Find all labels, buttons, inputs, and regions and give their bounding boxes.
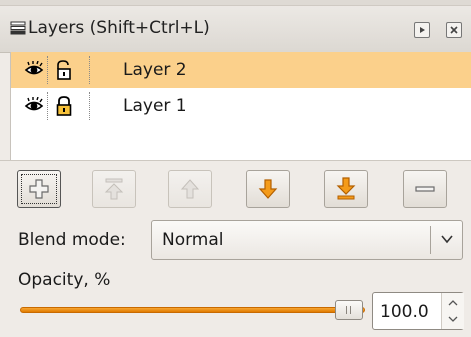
chevron-down-icon[interactable] <box>447 315 459 323</box>
arrow-up-icon <box>180 179 200 199</box>
arrow-down-icon <box>258 179 278 199</box>
blend-mode-label: Blend mode: <box>18 230 126 250</box>
chevron-up-icon[interactable] <box>447 299 459 307</box>
layer-row-layer-2[interactable]: Layer 2 <box>11 52 471 88</box>
layers-stack-icon <box>10 21 26 35</box>
play-box-icon <box>420 27 425 33</box>
add-layer-button[interactable] <box>17 170 61 208</box>
panel-title: Layers (Shift+Ctrl+L) <box>28 18 210 38</box>
column-separator <box>47 56 48 84</box>
lock-closed-icon[interactable] <box>55 95 73 117</box>
layers-list[interactable]: Layer 2 Layer 1 <box>10 52 471 160</box>
panel-titlebar: Layers (Shift+Ctrl+L) <box>0 0 471 53</box>
close-panel-button[interactable] <box>446 22 462 38</box>
layer-row-layer-1[interactable]: Layer 1 <box>11 88 471 124</box>
column-separator <box>47 92 48 120</box>
slider-grip <box>346 306 347 314</box>
blend-mode-value: Normal <box>162 230 224 250</box>
eye-visible-icon[interactable] <box>24 97 44 115</box>
lower-layer-button[interactable] <box>246 170 290 208</box>
opacity-slider-handle[interactable] <box>335 300 363 320</box>
slider-grip <box>350 306 351 314</box>
eye-visible-icon[interactable] <box>24 61 44 79</box>
opacity-spinbox[interactable]: 100.0 <box>372 292 464 330</box>
chevron-down-icon <box>441 235 453 244</box>
minus-icon <box>415 186 435 192</box>
arrow-down-to-bottom-icon <box>336 177 356 200</box>
opacity-value: 100.0 <box>380 302 429 322</box>
opacity-label: Opacity, % <box>18 270 111 290</box>
titlebar-top-strip <box>0 0 471 6</box>
spin-buttons[interactable] <box>441 293 464 329</box>
select-divider <box>430 226 431 254</box>
dock-toggle-button[interactable] <box>414 22 430 38</box>
lock-open-icon[interactable] <box>55 59 73 81</box>
blend-mode-select[interactable]: Normal <box>151 220 463 260</box>
raise-to-top-button[interactable] <box>92 170 136 208</box>
opacity-slider-track[interactable] <box>20 307 365 313</box>
arrow-up-to-top-icon <box>104 178 124 200</box>
layer-name[interactable]: Layer 2 <box>123 60 187 80</box>
delete-layer-button[interactable] <box>403 170 447 208</box>
raise-layer-button[interactable] <box>168 170 212 208</box>
column-separator <box>89 92 90 120</box>
close-box-icon <box>450 26 458 34</box>
lower-to-bottom-button[interactable] <box>324 170 368 208</box>
column-separator <box>89 56 90 84</box>
layer-name[interactable]: Layer 1 <box>123 96 187 116</box>
plus-icon <box>29 179 49 199</box>
